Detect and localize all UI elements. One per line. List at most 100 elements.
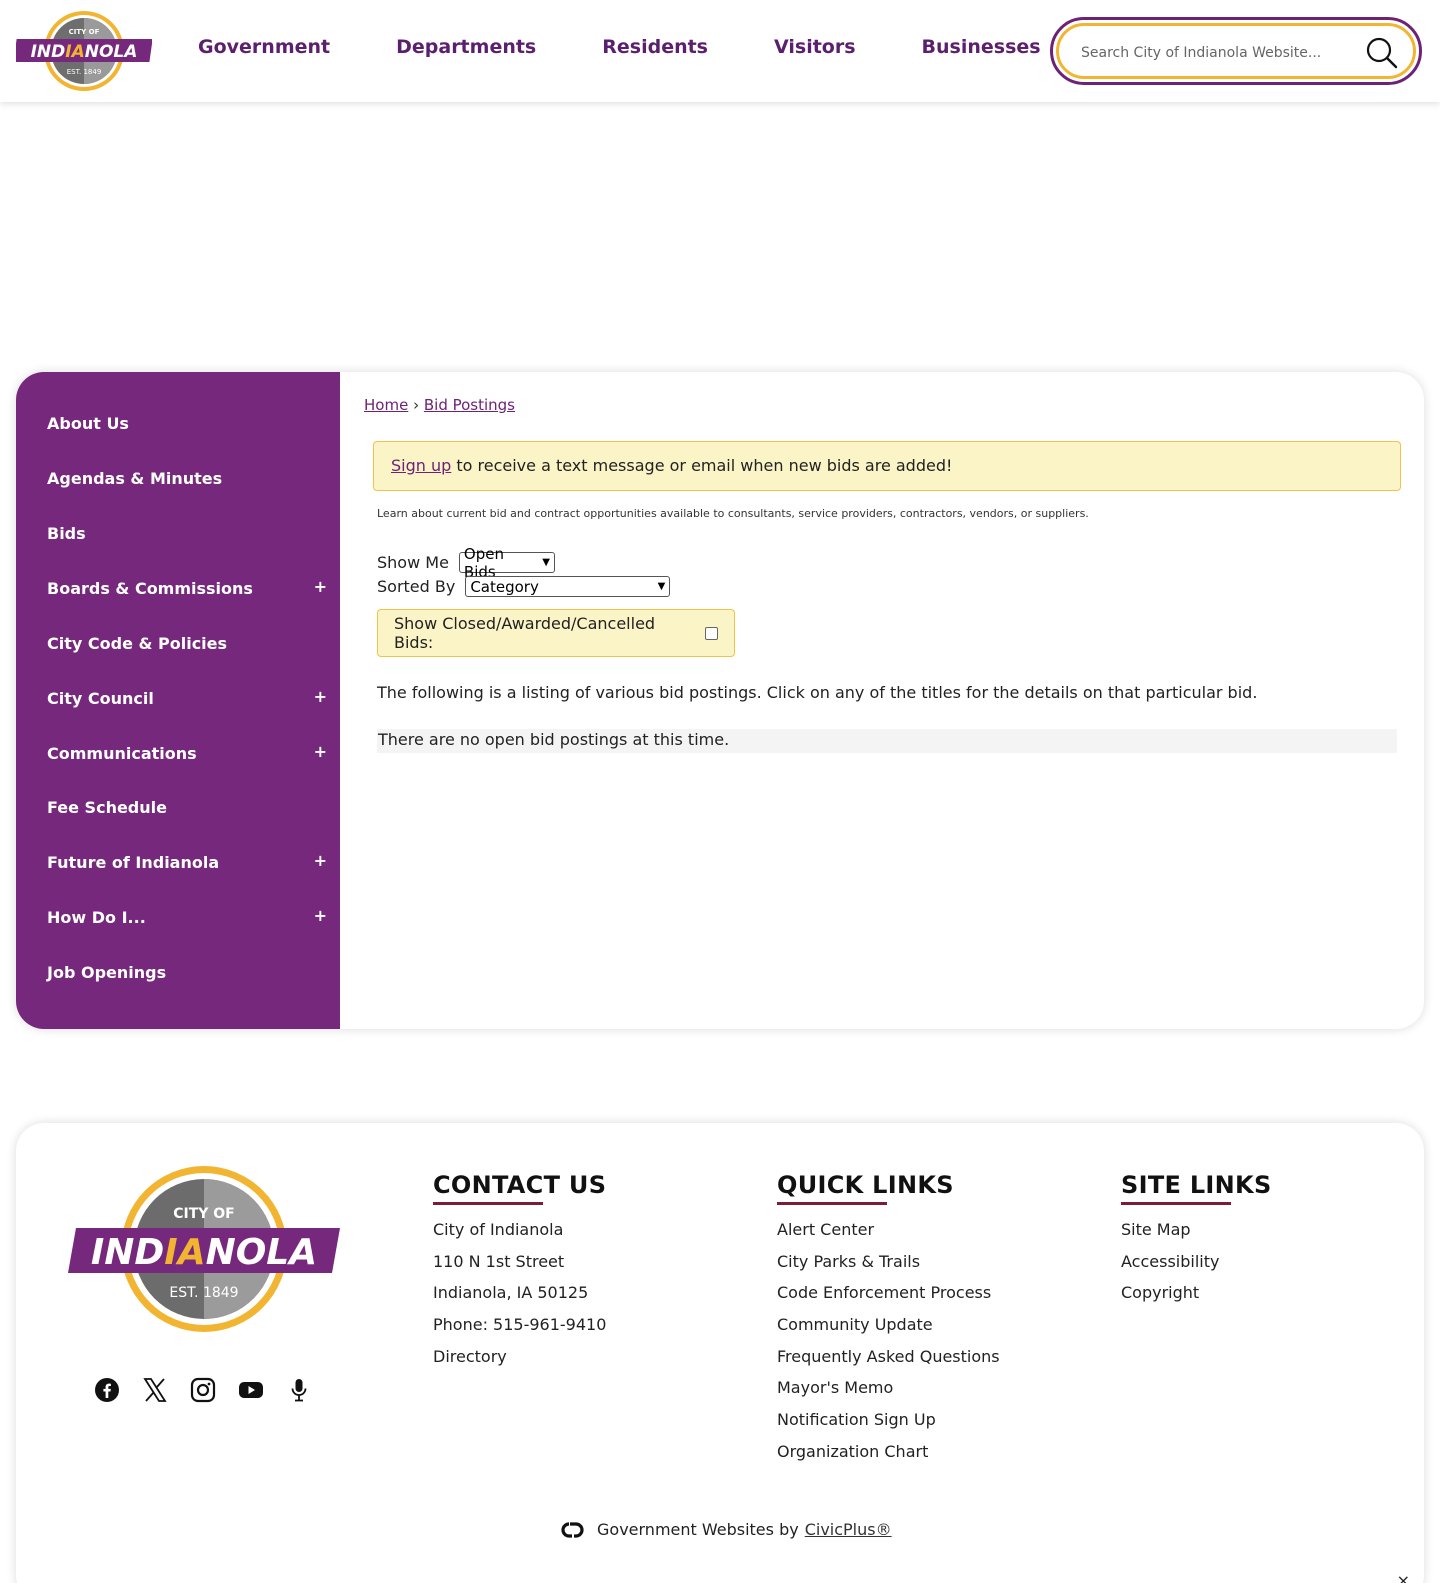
svg-text:CITY OF: CITY OF bbox=[173, 1206, 235, 1222]
quick-link-community-update[interactable]: Community Update bbox=[777, 1315, 1000, 1347]
sidebar-item-fee-schedule[interactable]: Fee Schedule bbox=[47, 792, 327, 822]
search-icon[interactable] bbox=[1365, 36, 1399, 70]
civicplus-link[interactable]: CivicPlus® bbox=[805, 1520, 892, 1539]
sidebar-item-label: How Do I... bbox=[47, 907, 146, 927]
nav-government[interactable]: Government bbox=[198, 36, 330, 58]
sidebar-item-label: Bids bbox=[47, 523, 86, 543]
sidebar-item-label: City Council bbox=[47, 688, 154, 708]
chevron-down-icon: ▼ bbox=[542, 557, 550, 568]
quick-link-org-chart[interactable]: Organization Chart bbox=[777, 1442, 1000, 1474]
signup-text: to receive a text message or email when … bbox=[451, 456, 953, 475]
site-link-site-map[interactable]: Site Map bbox=[1121, 1220, 1272, 1252]
site-links-heading: SITE LINKS bbox=[1121, 1171, 1272, 1205]
breadcrumb-home-link[interactable]: Home bbox=[364, 396, 408, 414]
chevron-down-icon: ▼ bbox=[657, 581, 666, 592]
credit-text: Government Websites by bbox=[597, 1520, 799, 1539]
sidebar-item-label: Job Openings bbox=[47, 962, 167, 982]
quick-link-faq[interactable]: Frequently Asked Questions bbox=[777, 1347, 1000, 1379]
instagram-icon[interactable] bbox=[189, 1376, 217, 1404]
sidebar-item-boards-commissions[interactable]: Boards & Commissions + bbox=[47, 573, 327, 603]
quick-link-code-enforcement[interactable]: Code Enforcement Process bbox=[777, 1283, 1000, 1315]
search-input[interactable] bbox=[1081, 40, 1361, 66]
breadcrumb-separator: › bbox=[413, 396, 420, 414]
sidebar-item-city-code-policies[interactable]: City Code & Policies bbox=[47, 628, 327, 658]
social-links bbox=[93, 1376, 333, 1404]
svg-text:CITY OF: CITY OF bbox=[69, 28, 100, 36]
sidebar-item-job-openings[interactable]: Job Openings bbox=[47, 957, 327, 987]
sidebar-item-how-do-i[interactable]: How Do I... + bbox=[47, 902, 327, 932]
site-link-accessibility[interactable]: Accessibility bbox=[1121, 1252, 1272, 1284]
contact-heading: CONTACT US bbox=[433, 1171, 606, 1205]
quick-links-list: Alert Center City Parks & Trails Code En… bbox=[777, 1220, 1000, 1474]
sidebar-item-label: Boards & Commissions bbox=[47, 578, 253, 598]
svg-text:EST. 1849: EST. 1849 bbox=[169, 1285, 238, 1301]
closed-bids-filter: Show Closed/Awarded/Cancelled Bids: bbox=[377, 609, 735, 657]
sorted-by-row: Sorted By Category ▼ bbox=[377, 576, 671, 597]
signup-banner: Sign up to receive a text message or ema… bbox=[373, 441, 1401, 491]
sidebar-item-future-of-indianola[interactable]: Future of Indianola + bbox=[47, 847, 327, 877]
footer-site-links: SITE LINKS Site Map Accessibility Copyri… bbox=[1121, 1171, 1272, 1315]
no-bids-message: There are no open bid postings at this t… bbox=[377, 729, 1397, 753]
sidebar-item-communications[interactable]: Communications + bbox=[47, 738, 327, 768]
signup-link[interactable]: Sign up bbox=[391, 456, 451, 475]
nav-residents[interactable]: Residents bbox=[602, 36, 708, 58]
sidebar-item-bids[interactable]: Bids bbox=[47, 518, 327, 548]
sidebar-item-label: Agendas & Minutes bbox=[47, 468, 223, 488]
city-logo[interactable]: CITY OF INDIANOLA EST. 1849 bbox=[16, 8, 152, 94]
quick-links-heading: QUICK LINKS bbox=[777, 1171, 954, 1205]
footer-quick-links: QUICK LINKS Alert Center City Parks & Tr… bbox=[777, 1171, 1000, 1474]
closed-bids-label: Show Closed/Awarded/Cancelled Bids: bbox=[394, 614, 656, 652]
sorted-by-value: Category bbox=[470, 577, 539, 596]
sidebar-item-about-us[interactable]: About Us bbox=[47, 408, 327, 438]
site-links-list: Site Map Accessibility Copyright bbox=[1121, 1220, 1272, 1315]
footer-contact: CONTACT US City of Indianola 110 N 1st S… bbox=[433, 1171, 606, 1378]
quick-link-alert-center[interactable]: Alert Center bbox=[777, 1220, 1000, 1252]
search-box-inner bbox=[1056, 23, 1416, 79]
sorted-by-select[interactable]: Category ▼ bbox=[465, 576, 671, 597]
nav-visitors[interactable]: Visitors bbox=[774, 36, 856, 58]
svg-text:INDIANOLA: INDIANOLA bbox=[31, 42, 138, 62]
sidebar-item-city-council[interactable]: City Council + bbox=[47, 683, 327, 713]
facebook-icon[interactable] bbox=[93, 1376, 121, 1404]
footer-city-logo[interactable]: CITY OF INDIANOLA EST. 1849 bbox=[68, 1164, 340, 1334]
expand-plus-icon[interactable]: + bbox=[314, 577, 327, 596]
content-area: Home › Bid Postings Sign up to receive a… bbox=[340, 372, 1424, 1029]
quick-link-parks-trails[interactable]: City Parks & Trails bbox=[777, 1252, 1000, 1284]
main-nav: Government Departments Residents Visitor… bbox=[198, 36, 1107, 58]
site-header: CITY OF INDIANOLA EST. 1849 Government D… bbox=[0, 0, 1440, 102]
contact-details: City of Indianola 110 N 1st Street India… bbox=[433, 1220, 606, 1378]
sidebar-item-agendas-minutes[interactable]: Agendas & Minutes bbox=[47, 463, 327, 493]
microphone-icon[interactable] bbox=[285, 1376, 313, 1404]
nav-businesses[interactable]: Businesses bbox=[922, 36, 1041, 58]
youtube-icon[interactable] bbox=[237, 1376, 265, 1404]
expand-plus-icon[interactable]: + bbox=[314, 742, 327, 761]
breadcrumb-current-link[interactable]: Bid Postings bbox=[424, 396, 515, 414]
listing-description: The following is a listing of various bi… bbox=[377, 683, 1258, 702]
intro-text: Learn about current bid and contract opp… bbox=[377, 507, 1089, 520]
contact-phone: Phone: 515-961-9410 bbox=[433, 1315, 607, 1335]
sidebar-item-label: About Us bbox=[47, 413, 129, 433]
x-twitter-icon[interactable] bbox=[141, 1376, 169, 1404]
sorted-by-label: Sorted By bbox=[377, 577, 456, 596]
sidebar-nav: About Us Agendas & Minutes Bids Boards &… bbox=[16, 372, 340, 1029]
sidebar-item-label: Fee Schedule bbox=[47, 797, 167, 817]
expand-plus-icon[interactable]: + bbox=[314, 687, 327, 706]
contact-line: 110 N 1st Street bbox=[433, 1251, 565, 1271]
civicplus-logo-icon bbox=[561, 1521, 584, 1538]
show-me-select[interactable]: Open Bids ▼ bbox=[458, 545, 555, 581]
contact-line: City of Indianola bbox=[433, 1220, 564, 1239]
nav-departments[interactable]: Departments bbox=[396, 36, 536, 58]
quick-link-mayors-memo[interactable]: Mayor's Memo bbox=[777, 1378, 1000, 1410]
svg-text:EST. 1849: EST. 1849 bbox=[67, 68, 102, 76]
closed-bids-checkbox[interactable] bbox=[705, 626, 718, 640]
sidebar-item-label: Communications bbox=[47, 743, 197, 763]
close-icon[interactable]: × bbox=[1397, 1571, 1410, 1583]
sidebar-item-label: Future of Indianola bbox=[47, 852, 220, 872]
expand-plus-icon[interactable]: + bbox=[314, 906, 327, 925]
quick-link-notification-signup[interactable]: Notification Sign Up bbox=[777, 1410, 1000, 1442]
site-link-copyright[interactable]: Copyright bbox=[1121, 1283, 1272, 1315]
expand-plus-icon[interactable]: + bbox=[314, 851, 327, 870]
site-footer: CITY OF INDIANOLA EST. 1849 CONTACT US C… bbox=[16, 1123, 1424, 1583]
svg-text:INDIANOLA: INDIANOLA bbox=[91, 1232, 317, 1273]
directory-link[interactable]: Directory bbox=[433, 1347, 606, 1379]
